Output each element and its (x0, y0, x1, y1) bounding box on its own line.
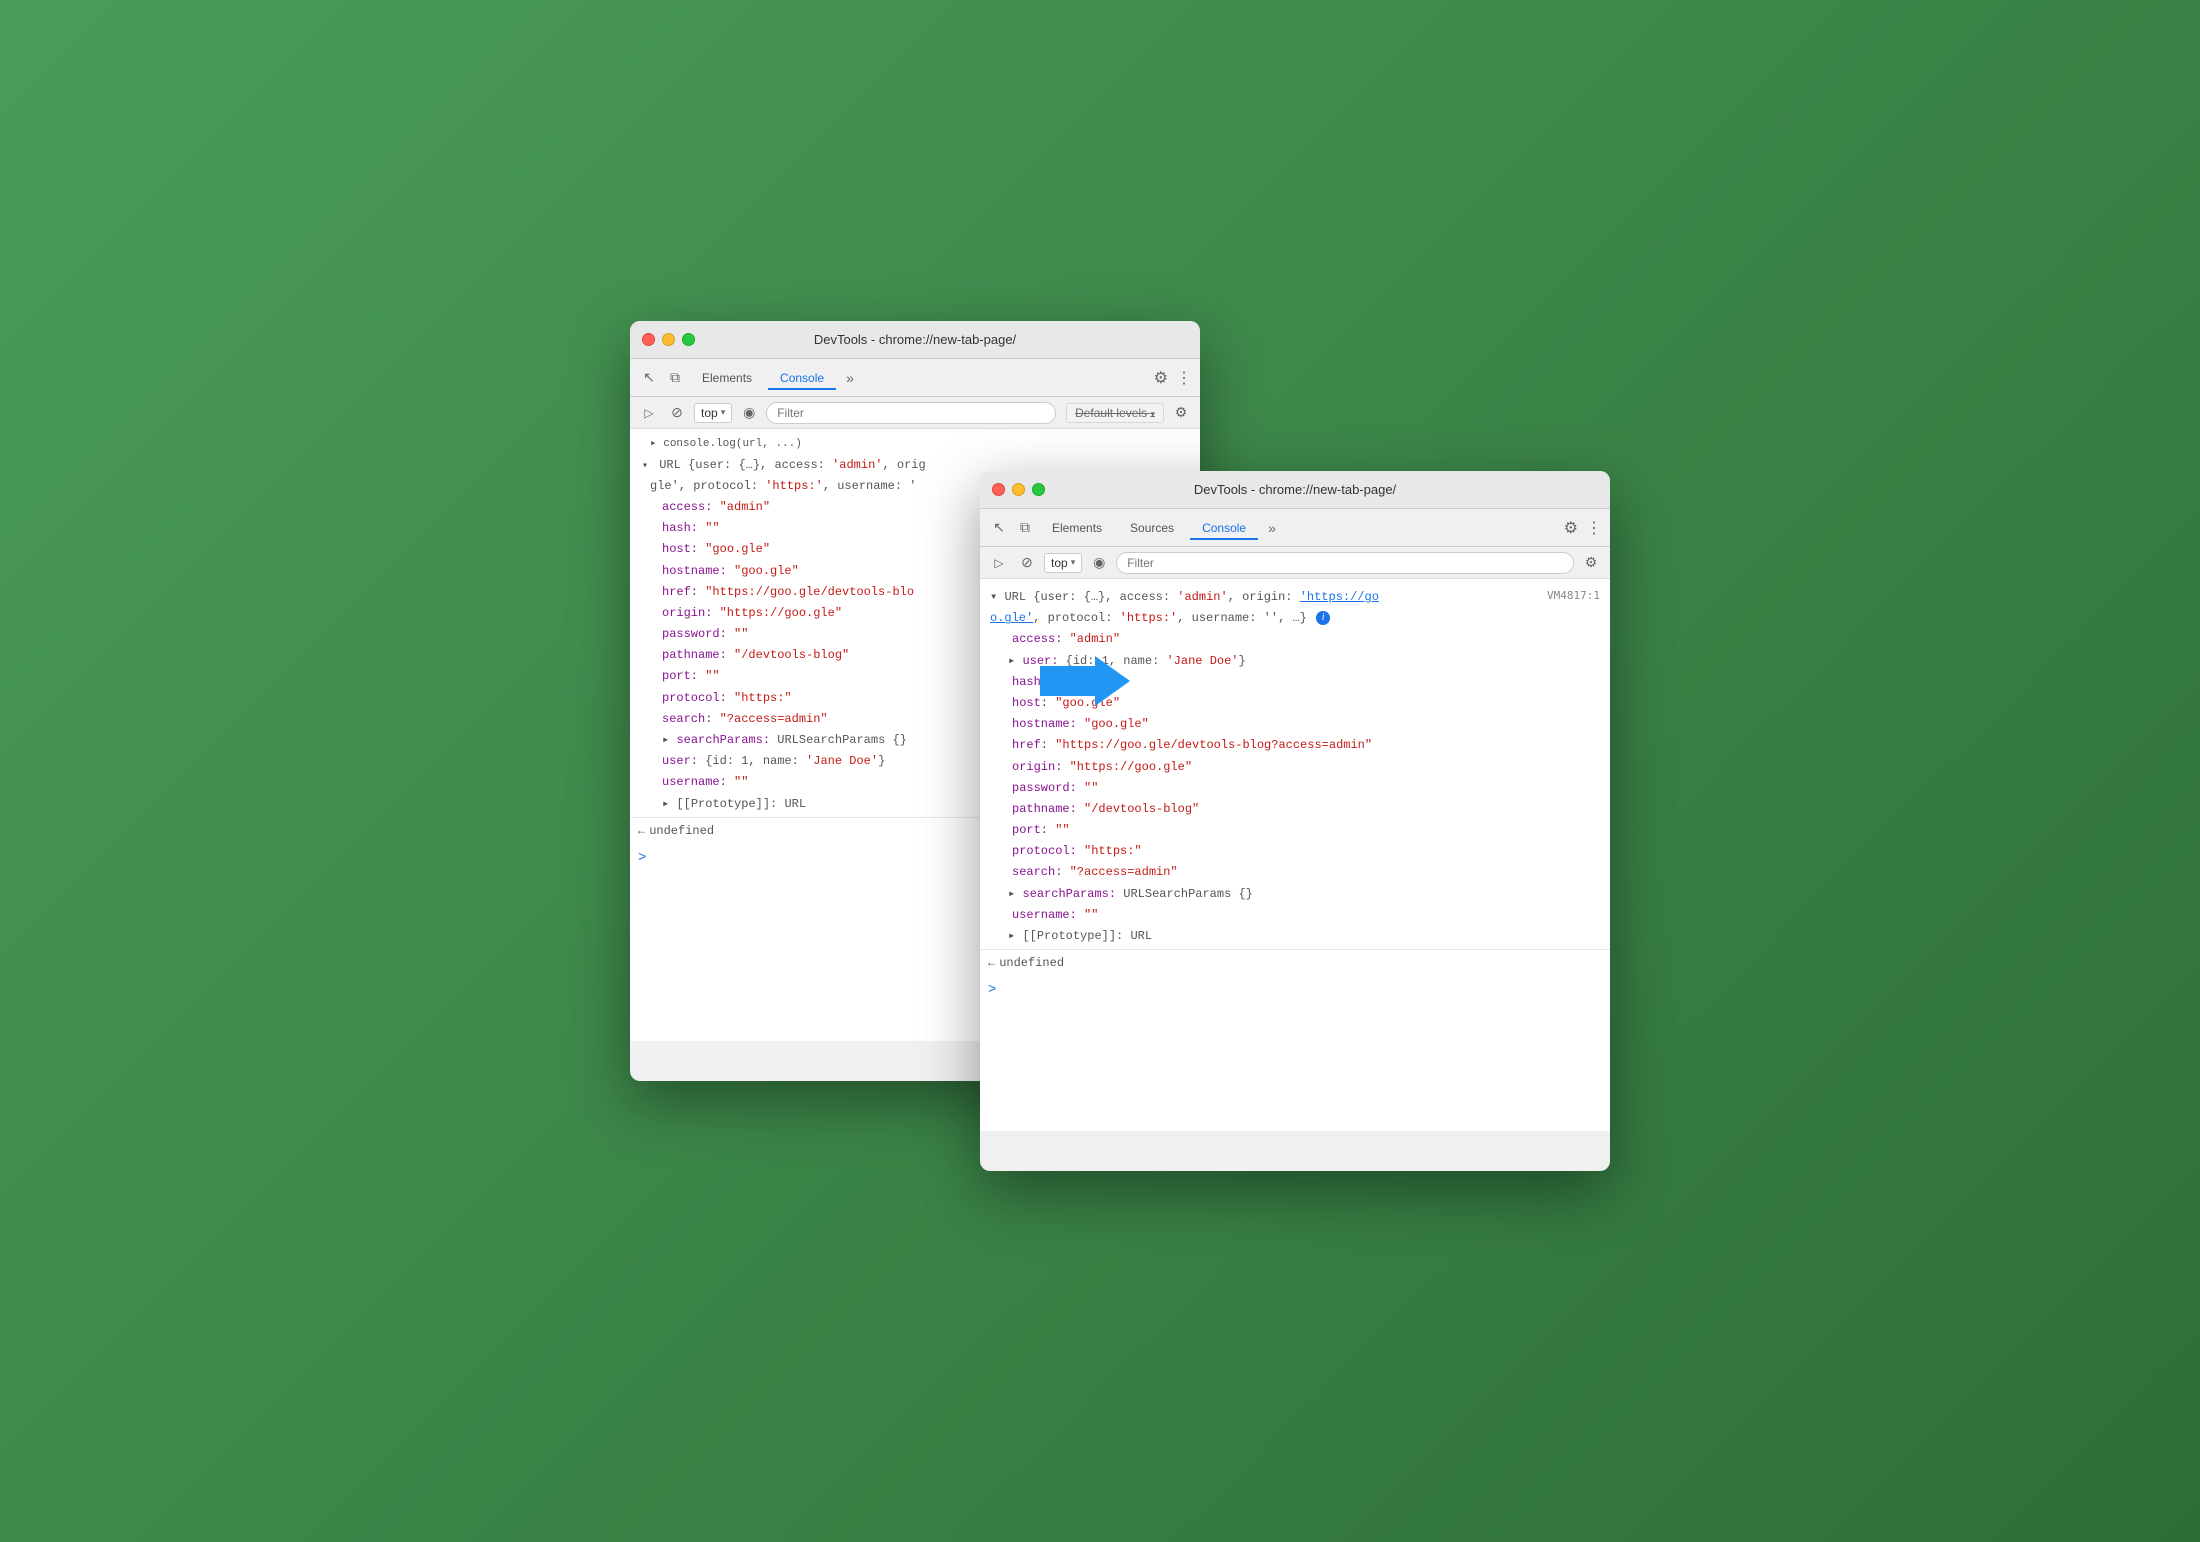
top-label-front: top (1051, 556, 1068, 570)
prop-hostname-front: hostname: "goo.gle" (980, 714, 1610, 735)
cursor-icon-front[interactable]: ↖ (988, 517, 1010, 539)
top-selector-front[interactable]: top ▾ (1044, 553, 1082, 573)
title-bar-back: DevTools - chrome://new-tab-page/ (630, 321, 1200, 359)
url-label-back: URL {user: {…}, access: (659, 458, 832, 472)
tabs-bar-back: ↖ ⧉ Elements Console » ⚙ ⋮ (630, 359, 1200, 397)
right-arrow (1040, 651, 1130, 711)
close-button-front[interactable] (992, 483, 1005, 496)
settings-icon-back[interactable]: ⚙ (1154, 368, 1168, 388)
tab-more-back[interactable]: » (840, 370, 860, 386)
prop-search-front: search: "?access=admin" (980, 862, 1610, 883)
traffic-lights-back (642, 333, 695, 346)
filter-input-back[interactable] (766, 402, 1056, 424)
arrow-container (1040, 651, 1130, 716)
more-icon-back[interactable]: ⋮ (1176, 368, 1192, 388)
tab-more-front[interactable]: » (1262, 520, 1282, 536)
prop-protocol-front: protocol: "https:" (980, 841, 1610, 862)
dropdown-arrow-front: ▾ (1071, 557, 1076, 568)
cursor-icon-back[interactable]: ↖ (638, 367, 660, 389)
ban-icon-front[interactable]: ⊘ (1016, 552, 1038, 574)
tab-console-front[interactable]: Console (1190, 516, 1258, 540)
window-title-front: DevTools - chrome://new-tab-page/ (1194, 482, 1396, 497)
minimize-button-front[interactable] (1012, 483, 1025, 496)
ban-icon-back[interactable]: ⊘ (666, 402, 688, 424)
url-object-front-line2: o.gle', protocol: 'https:', username: ''… (980, 608, 1610, 629)
prop-prototype-front[interactable]: ▸ [[Prototype]]: URL (980, 926, 1610, 947)
settings-icon-console-front[interactable]: ⚙ (1580, 552, 1602, 574)
expand-url-back[interactable]: ▾ (642, 459, 648, 475)
prop-pathname-front: pathname: "/devtools-blog" (980, 799, 1610, 820)
devtools-window-front: DevTools - chrome://new-tab-page/ ↖ ⧉ El… (980, 471, 1610, 1171)
console-prompt-front[interactable]: > (980, 975, 1610, 1005)
layers-icon-back[interactable]: ⧉ (664, 367, 686, 389)
play-icon-front[interactable]: ▷ (988, 552, 1010, 574)
window-title-back: DevTools - chrome://new-tab-page/ (814, 332, 1016, 347)
minimize-button-back[interactable] (662, 333, 675, 346)
eye-icon-back[interactable]: ◉ (738, 402, 760, 424)
layers-icon-front[interactable]: ⧉ (1014, 517, 1036, 539)
close-button-back[interactable] (642, 333, 655, 346)
prop-username-front: username: "" (980, 905, 1610, 926)
prop-searchparams-front[interactable]: ▸ searchParams: URLSearchParams {} (980, 884, 1610, 905)
eye-icon-front[interactable]: ◉ (1088, 552, 1110, 574)
default-levels-back[interactable]: Default levels ▾ (1066, 403, 1164, 423)
info-icon-front[interactable]: i (1316, 611, 1330, 625)
dropdown-arrow-back: ▾ (721, 407, 726, 418)
top-label-back: top (701, 406, 718, 420)
prop-port-front: port: "" (980, 820, 1610, 841)
more-icon-front[interactable]: ⋮ (1586, 518, 1602, 538)
top-selector-back[interactable]: top ▾ (694, 403, 732, 423)
truncated-line-back: ▸ console.log(url, ...) (630, 435, 1200, 455)
prop-password-front: password: "" (980, 778, 1610, 799)
undefined-text-front: ← undefined (980, 952, 1610, 975)
filter-input-front[interactable] (1116, 552, 1574, 574)
prop-origin-front: origin: "https://goo.gle" (980, 757, 1610, 778)
console-toolbar-top-back: ▷ ⊘ top ▾ ◉ Default levels ▾ ⚙ (630, 397, 1200, 429)
settings-icon-front[interactable]: ⚙ (1564, 518, 1578, 538)
tab-sources-front[interactable]: Sources (1118, 516, 1186, 540)
tab-elements-front[interactable]: Elements (1040, 516, 1114, 540)
traffic-lights-front (992, 483, 1045, 496)
maximize-button-back[interactable] (682, 333, 695, 346)
maximize-button-front[interactable] (1032, 483, 1045, 496)
settings-icon-console-back[interactable]: ⚙ (1170, 402, 1192, 424)
tab-elements-back[interactable]: Elements (690, 366, 764, 390)
prop-access-front: access: "admin" (980, 629, 1610, 650)
divider-front (980, 949, 1610, 950)
tabs-bar-front: ↖ ⧉ Elements Sources Console » ⚙ ⋮ (980, 509, 1610, 547)
title-bar-front: DevTools - chrome://new-tab-page/ (980, 471, 1610, 509)
console-toolbar-front: ▷ ⊘ top ▾ ◉ ⚙ (980, 547, 1610, 579)
url-object-front[interactable]: ▾ URL {user: {…}, access: 'admin', origi… (980, 587, 1610, 608)
play-icon-back[interactable]: ▷ (638, 402, 660, 424)
prop-href-front: href: "https://goo.gle/devtools-blog?acc… (980, 735, 1610, 756)
tab-console-back[interactable]: Console (768, 366, 836, 390)
